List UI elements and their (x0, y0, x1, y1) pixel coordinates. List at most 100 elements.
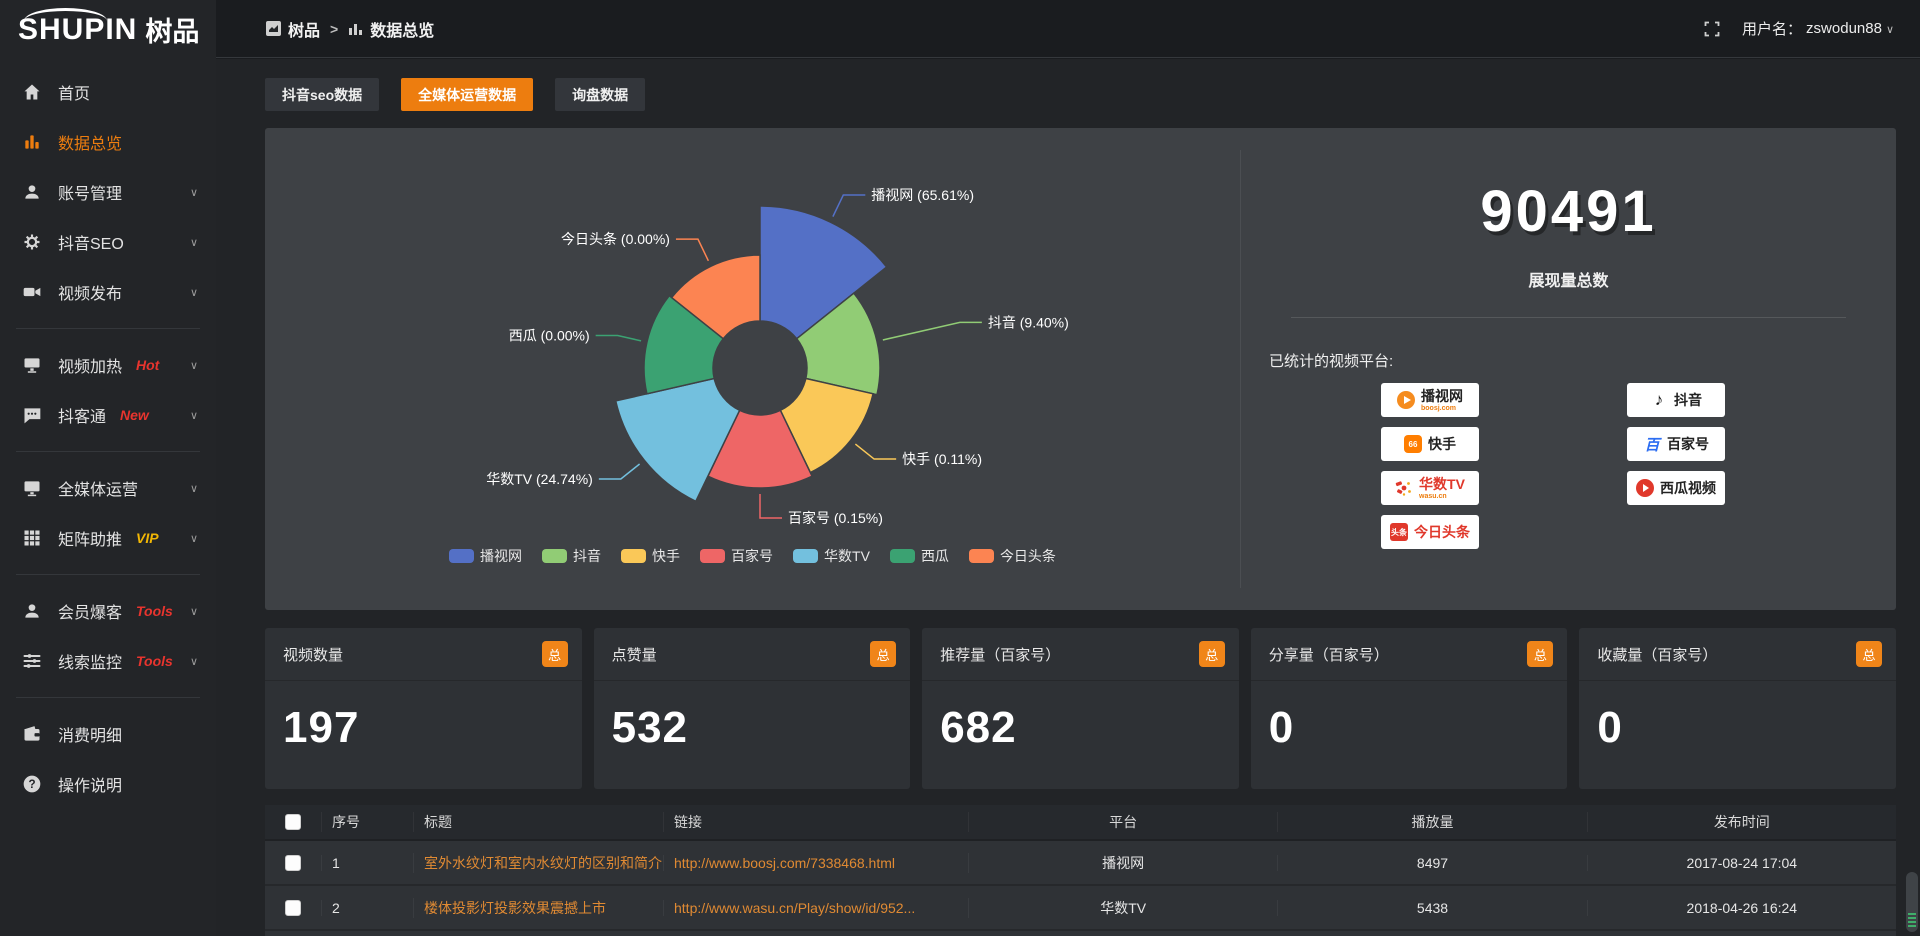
table-row: 2 楼体投影灯投影效果震撼上市 http://www.wasu.cn/Play/… (265, 886, 1896, 931)
chevron-down-icon: ∨ (190, 409, 198, 422)
legend-label: 播视网 (480, 546, 522, 566)
legend-item-2[interactable]: 快手 (621, 546, 680, 566)
video-camera-icon (22, 282, 42, 302)
platforms-title: 已统计的视频平台: (1269, 350, 1896, 371)
sidebar-item-spend-detail[interactable]: 消费明细 (0, 709, 216, 759)
col-header-views: 播放量 (1277, 812, 1586, 832)
table-row-partial (265, 931, 1896, 936)
sidebar-item-lead-monitor[interactable]: 线索监控 Tools ∨ (0, 636, 216, 686)
wasu-logo-icon (1395, 479, 1413, 497)
username-value: zswodun88 (1806, 20, 1882, 37)
pie-slice-4[interactable] (616, 378, 740, 501)
chevron-down-icon: ∨ (190, 532, 198, 545)
pie-label: 百家号 (0.15%) (788, 510, 883, 526)
stat-label: 视频数量 (283, 644, 343, 665)
boosj-logo-icon (1397, 391, 1415, 409)
sidebar-divider (16, 451, 200, 452)
total-badge[interactable]: 总 (542, 641, 568, 667)
sidebar-item-help[interactable]: ? 操作说明 (0, 759, 216, 809)
platform-badge-xigua[interactable]: 西瓜视频 (1627, 471, 1725, 505)
platform-name: 快手 (1428, 437, 1456, 451)
tab-inquiry-data[interactable]: 询盘数据 (555, 78, 645, 111)
video-url-link[interactable]: http://www.boosj.com/7338468.html (674, 855, 895, 871)
video-title-link[interactable]: 室外水纹灯和室内水纹灯的区别和简介 (424, 855, 662, 871)
legend-item-6[interactable]: 今日头条 (969, 546, 1056, 566)
sidebar-item-matrix-boost[interactable]: 矩阵助推 VIP ∨ (0, 513, 216, 563)
table-row: 1 室外水纹灯和室内水纹灯的区别和简介 http://www.boosj.com… (265, 841, 1896, 886)
sidebar-item-video-publish[interactable]: 视频发布 ∨ (0, 267, 216, 317)
row-index: 2 (321, 900, 413, 916)
sidebar-item-account[interactable]: 账号管理 ∨ (0, 167, 216, 217)
tab-douyin-seo-data[interactable]: 抖音seo数据 (265, 78, 379, 111)
pie-label: 西瓜 (0.00%) (509, 328, 590, 344)
fullscreen-icon[interactable] (1704, 21, 1720, 37)
legend-item-3[interactable]: 百家号 (700, 546, 773, 566)
platform-badge-toutiao[interactable]: 头条 今日头条 (1381, 515, 1479, 549)
row-time: 2017-08-24 17:04 (1587, 855, 1896, 871)
total-badge[interactable]: 总 (870, 641, 896, 667)
platform-badge-baijiahao[interactable]: 百 百家号 (1627, 427, 1725, 461)
legend-item-5[interactable]: 西瓜 (890, 546, 949, 566)
total-badge[interactable]: 总 (1199, 641, 1225, 667)
total-badge[interactable]: 总 (1856, 641, 1882, 667)
breadcrumb-current[interactable]: 数据总览 (348, 17, 434, 41)
legend-swatch (449, 549, 474, 563)
platform-name: 百家号 (1667, 437, 1709, 451)
tools-badge: Tools (136, 653, 173, 669)
sidebar-item-label: 消费明细 (58, 722, 122, 746)
pie-label-line (596, 336, 641, 341)
breadcrumb-home[interactable]: 树品 (266, 17, 320, 41)
row-index: 1 (321, 855, 413, 871)
stat-cards: 视频数量总 197 点赞量总 532 推荐量（百家号）总 682 分享量（百家号… (265, 628, 1896, 789)
chevron-down-icon: ∨ (1886, 23, 1894, 36)
video-title-link[interactable]: 楼体投影灯投影效果震撼上市 (424, 900, 606, 916)
legend-label: 西瓜 (921, 546, 949, 566)
svg-text:?: ? (28, 778, 35, 791)
sidebar-item-omnimedia[interactable]: 全媒体运营 ∨ (0, 463, 216, 513)
legend-item-0[interactable]: 播视网 (449, 546, 522, 566)
sidebar-item-video-heat[interactable]: 视频加热 Hot ∨ (0, 340, 216, 390)
vertical-scrollbar[interactable] (1906, 872, 1918, 932)
platform-badge-kuaishou[interactable]: 66 快手 (1381, 427, 1479, 461)
sidebar-item-label: 首页 (58, 80, 90, 104)
row-checkbox[interactable] (285, 855, 301, 871)
vip-badge: VIP (136, 530, 159, 546)
sidebar-item-label: 视频发布 (58, 280, 122, 304)
video-url-link[interactable]: http://www.wasu.cn/Play/show/id/952... (674, 900, 915, 916)
row-checkbox[interactable] (285, 900, 301, 916)
legend-swatch (969, 549, 994, 563)
brand-logo[interactable]: SHUPIN 树品 (0, 0, 216, 59)
douyin-logo-icon: ♪ (1650, 391, 1668, 409)
stat-label: 推荐量（百家号） (940, 644, 1060, 665)
wallet-icon (22, 724, 42, 744)
platform-badge-wasu[interactable]: 华数TVwasu.cn (1381, 471, 1479, 505)
row-time: 2018-04-26 16:24 (1587, 900, 1896, 916)
pie-label: 华数TV (24.74%) (486, 471, 593, 487)
legend-item-1[interactable]: 抖音 (542, 546, 601, 566)
total-badge[interactable]: 总 (1527, 641, 1553, 667)
stat-card-video-count: 视频数量总 197 (265, 628, 582, 789)
legend-swatch (621, 549, 646, 563)
legend-label: 华数TV (824, 546, 870, 566)
sidebar-item-home[interactable]: 首页 (0, 67, 216, 117)
pie-svg: 播视网 (65.61%)抖音 (9.40%)快手 (0.11%)百家号 (0.1… (265, 128, 1240, 610)
summary-section: 90491 展现量总数 已统计的视频平台: 播视网boosj.com 66 快手 (1240, 150, 1896, 588)
sidebar-item-label: 线索监控 (58, 649, 122, 673)
legend-item-4[interactable]: 华数TV (793, 546, 870, 566)
platform-badge-douyin[interactable]: ♪ 抖音 (1627, 383, 1725, 417)
table-header-row: 序号 标题 链接 平台 播放量 发布时间 (265, 805, 1896, 841)
user-menu[interactable]: 用户名： zswodun88 ∨ (1742, 18, 1894, 39)
rose-pie-chart[interactable]: 播视网 (65.61%)抖音 (9.40%)快手 (0.11%)百家号 (0.1… (265, 128, 1240, 610)
select-all-checkbox[interactable] (285, 814, 301, 830)
sidebar-item-data-overview[interactable]: 数据总览 (0, 117, 216, 167)
sidebar-item-doketong[interactable]: 抖客通 New ∨ (0, 390, 216, 440)
legend-swatch (542, 549, 567, 563)
tab-omnimedia-data[interactable]: 全媒体运营数据 (401, 78, 533, 111)
platform-badge-boosj[interactable]: 播视网boosj.com (1381, 383, 1479, 417)
sidebar-item-douyin-seo[interactable]: 抖音SEO ∨ (0, 217, 216, 267)
platform-column-right: ♪ 抖音 百 百家号 西瓜视频 (1627, 383, 1725, 549)
legend-label: 快手 (652, 546, 680, 566)
app-root: SHUPIN 树品 首页 数据总览 账号管理 ∨ 抖音SEO ∨ (0, 0, 1920, 936)
sidebar-item-member-burst[interactable]: 会员爆客 Tools ∨ (0, 586, 216, 636)
pie-label-line (883, 322, 982, 340)
